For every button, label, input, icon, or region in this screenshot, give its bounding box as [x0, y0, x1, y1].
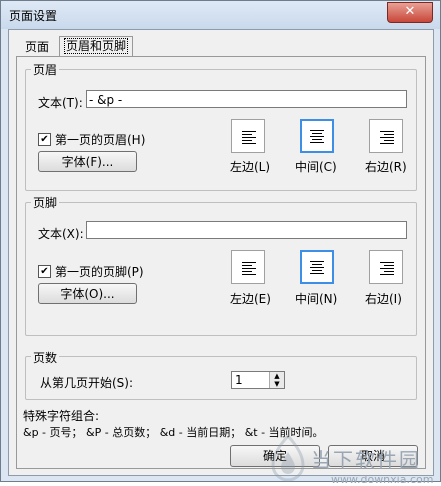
close-button[interactable]: ✕: [387, 2, 433, 23]
header-group-label: 页眉: [31, 61, 60, 78]
header-first-page-checkbox[interactable]: ✔: [38, 133, 51, 146]
footer-font-button[interactable]: 字体(O)...: [38, 283, 137, 304]
align-left-icon: [242, 262, 256, 275]
footer-text-input[interactable]: [86, 221, 407, 239]
footer-align-right-label: 右边(I): [365, 292, 402, 306]
tab-header-footer-label: 页眉和页脚: [64, 38, 129, 54]
close-icon: ✕: [404, 4, 416, 19]
watermark-url: www.downxia.com: [331, 473, 434, 486]
footer-first-page-label: 第一页的页脚(P): [55, 265, 144, 279]
align-center-icon: [310, 130, 324, 143]
start-page-value: 1: [235, 373, 243, 387]
window-title: 页面设置: [9, 9, 58, 23]
watermark-logo: [271, 434, 305, 482]
footer-group-label: 页脚: [31, 194, 60, 211]
watermark-text: 当下软件园: [311, 448, 421, 472]
footer-align-center-label: 中间(N): [295, 292, 338, 306]
align-left-icon: [242, 131, 256, 144]
header-font-button[interactable]: 字体(F)...: [38, 151, 137, 172]
tab-page-label: 页面: [25, 40, 50, 54]
start-page-label: 从第几页开始(S):: [40, 376, 134, 390]
special-chars-title: 特殊字符组合:: [23, 409, 100, 423]
page-setup-dialog: 页面设置 ✕ 页面 页眉和页脚 页眉 文本(T): - &p - ✔ 第一页的页…: [0, 0, 441, 486]
header-text-label: 文本(T):: [38, 96, 83, 110]
spin-arrows[interactable]: ▲ ▼: [269, 372, 284, 388]
footer-text-label: 文本(X):: [38, 227, 84, 241]
spin-up-icon[interactable]: ▲: [270, 372, 284, 380]
header-text-input[interactable]: - &p -: [86, 90, 407, 108]
dialog-client: 页面 页眉和页脚 页眉 文本(T): - &p - ✔ 第一页的页眉(H) 字体…: [8, 29, 434, 486]
footer-align-right-button[interactable]: [369, 250, 403, 284]
header-align-center-label: 中间(C): [295, 160, 337, 174]
footer-align-left-button[interactable]: [231, 250, 265, 284]
align-right-icon: [380, 262, 394, 275]
footer-first-page-checkbox[interactable]: ✔: [38, 265, 51, 278]
footer-align-left-label: 左边(E): [230, 292, 271, 306]
footer-align-center-button[interactable]: [300, 250, 334, 284]
tab-panel: 页眉 文本(T): - &p - ✔ 第一页的页眉(H) 字体(F)... 左边…: [16, 56, 426, 469]
align-center-icon: [310, 261, 324, 274]
header-align-left-button[interactable]: [231, 119, 265, 153]
spin-down-icon[interactable]: ▼: [270, 380, 284, 388]
header-align-left-label: 左边(L): [230, 160, 271, 174]
header-align-center-button[interactable]: [300, 119, 334, 153]
tab-header-footer[interactable]: 页眉和页脚: [59, 36, 134, 58]
title-bar: 页面设置 ✕: [1, 1, 440, 29]
header-align-right-button[interactable]: [369, 119, 403, 153]
align-right-icon: [380, 131, 394, 144]
header-align-right-label: 右边(R): [365, 160, 407, 174]
header-first-page-label: 第一页的页眉(H): [55, 133, 146, 147]
page-number-group-label: 页数: [31, 349, 60, 366]
tab-page[interactable]: 页面: [21, 38, 53, 56]
start-page-spinner[interactable]: 1 ▲ ▼: [231, 371, 285, 389]
